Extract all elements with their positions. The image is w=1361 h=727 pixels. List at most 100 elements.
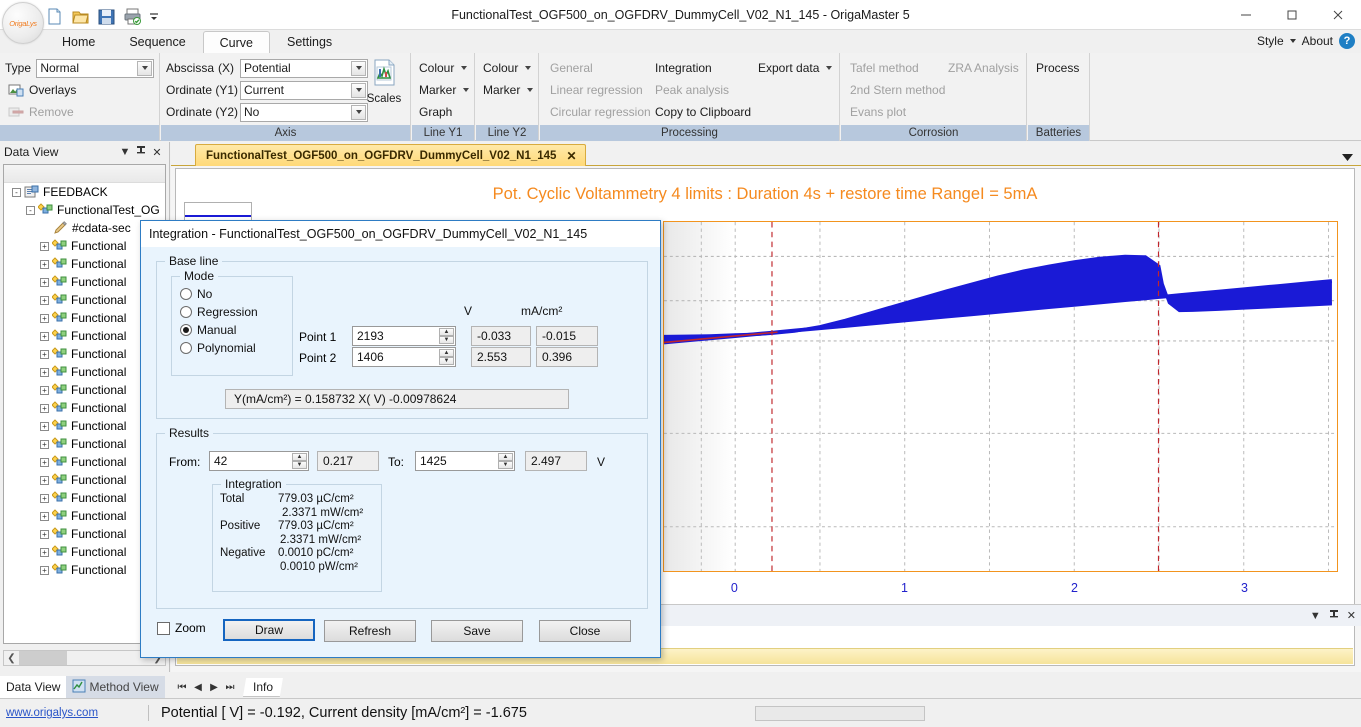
app-orb-button[interactable]: OrigaLys [2, 2, 44, 44]
tab-data-view[interactable]: Data View [0, 676, 66, 698]
ribbon-tab-curve[interactable]: Curve [203, 31, 270, 53]
tree-expand-icon[interactable]: + [40, 332, 49, 341]
results-to-spinner[interactable]: 1425 ▲▼ [415, 451, 515, 471]
tree-collapse-icon[interactable]: - [12, 188, 21, 197]
mode-option-polynomial[interactable]: Polynomial [180, 339, 292, 357]
plot-area[interactable] [663, 221, 1338, 572]
radio-manual-icon[interactable] [180, 324, 192, 336]
type-combo-chevron-down-icon[interactable] [137, 61, 152, 76]
new-document-icon[interactable] [45, 7, 64, 26]
mode-option-regression[interactable]: Regression [180, 303, 292, 321]
line-y2-marker[interactable]: Marker [480, 79, 534, 101]
scroll-left-icon[interactable]: ❮ [4, 653, 19, 664]
radio-no-icon[interactable] [180, 288, 192, 300]
line-y1-marker[interactable]: Marker [416, 79, 470, 101]
results-to-spin-buttons[interactable]: ▲▼ [498, 453, 513, 469]
tree-expand-icon[interactable]: + [40, 296, 49, 305]
results-from-spin-buttons[interactable]: ▲▼ [292, 453, 307, 469]
chart-panel-close-icon[interactable]: ✕ [1347, 609, 1356, 622]
document-tabstrip-chevron-down-icon[interactable] [1342, 150, 1353, 164]
tree-expand-icon[interactable]: + [40, 548, 49, 557]
maximize-button[interactable] [1269, 0, 1315, 30]
close-button[interactable] [1315, 0, 1361, 30]
export-data-chevron-down-icon[interactable] [826, 66, 832, 70]
tree-expand-icon[interactable]: + [40, 494, 49, 503]
save-button[interactable]: Save [431, 620, 523, 642]
scales-button[interactable]: Scales [360, 58, 408, 105]
ribbon-tab-home[interactable]: Home [45, 30, 112, 53]
tree-item[interactable]: -FEEDBACK [4, 183, 165, 201]
nav-prev-icon[interactable]: ◀ [191, 682, 205, 693]
print-icon[interactable] [123, 7, 142, 26]
tree-expand-icon[interactable]: + [40, 422, 49, 431]
batteries-process[interactable]: Process [1033, 57, 1084, 79]
point-2-spin-buttons[interactable]: ▲▼ [439, 349, 454, 365]
mode-option-manual[interactable]: Manual [180, 321, 292, 339]
processing-copy-to-clipboard[interactable]: Copy to Clipboard [652, 101, 782, 123]
tree-expand-icon[interactable]: + [40, 350, 49, 359]
draw-button[interactable]: Draw [223, 619, 315, 641]
data-view-pin-icon[interactable] [133, 145, 149, 159]
line-y2-colour-chevron-down-icon[interactable] [525, 66, 531, 70]
radio-regression-icon[interactable] [180, 306, 192, 318]
line-y1-colour-chevron-down-icon[interactable] [461, 66, 467, 70]
save-disk-icon[interactable] [97, 7, 116, 26]
corrosion-tafel-method[interactable]: Tafel method [847, 57, 957, 79]
corrosion-evans-plot[interactable]: Evans plot [847, 101, 957, 123]
style-menu[interactable]: Style [1257, 34, 1284, 48]
line-y2-colour[interactable]: Colour [480, 57, 534, 79]
point-1-spin-buttons[interactable]: ▲▼ [439, 328, 454, 344]
zoom-checkbox-row[interactable]: Zoom [157, 621, 206, 635]
results-from-spinner[interactable]: 42 ▲▼ [209, 451, 309, 471]
line-y1-marker-chevron-down-icon[interactable] [463, 88, 469, 92]
tree-expand-icon[interactable]: + [40, 404, 49, 413]
processing-export-data[interactable]: Export data [755, 57, 840, 79]
ordinate-y1-combo[interactable]: Current [240, 81, 368, 100]
style-chevron-down-icon[interactable] [1290, 39, 1296, 43]
radio-polynomial-icon[interactable] [180, 342, 192, 354]
ordinate-y2-combo[interactable]: No [240, 103, 368, 122]
remove-button[interactable]: Remove [5, 101, 154, 123]
tree-expand-icon[interactable]: + [40, 314, 49, 323]
minimize-button[interactable] [1223, 0, 1269, 30]
chart-panel-pin-icon[interactable] [1329, 609, 1339, 623]
tree-expand-icon[interactable]: + [40, 386, 49, 395]
help-icon[interactable]: ? [1339, 33, 1355, 49]
open-folder-icon[interactable] [71, 7, 90, 26]
tree-expand-icon[interactable]: + [40, 512, 49, 521]
tree-expand-icon[interactable]: + [40, 530, 49, 539]
line-y2-marker-chevron-down-icon[interactable] [527, 88, 533, 92]
corrosion-zra-analysis[interactable]: ZRA Analysis [945, 57, 1035, 79]
ribbon-tab-sequence[interactable]: Sequence [112, 30, 202, 53]
refresh-button[interactable]: Refresh [324, 620, 416, 642]
tree-expand-icon[interactable]: + [40, 566, 49, 575]
customize-qat-icon[interactable] [149, 7, 159, 26]
about-menu[interactable]: About [1302, 34, 1333, 48]
zoom-checkbox[interactable] [157, 622, 170, 635]
tree-expand-icon[interactable]: + [40, 242, 49, 251]
line-y1-colour[interactable]: Colour [416, 57, 470, 79]
scroll-track[interactable] [19, 651, 150, 665]
nav-last-icon[interactable]: ⏭ [223, 682, 237, 693]
overlays-button[interactable]: Overlays [5, 79, 154, 101]
ribbon-tab-settings[interactable]: Settings [270, 30, 349, 53]
tree-collapse-icon[interactable]: - [26, 206, 35, 215]
data-view-chevron-down-icon[interactable]: ▼ [117, 146, 133, 158]
nav-next-icon[interactable]: ▶ [207, 682, 221, 693]
document-tab[interactable]: FunctionalTest_OGF500_on_OGFDRV_DummyCel… [195, 144, 586, 166]
point-1-index-spinner[interactable]: 2193 ▲▼ [352, 326, 456, 346]
scroll-thumb[interactable] [19, 651, 67, 665]
corrosion-2nd-stern-method[interactable]: 2nd Stern method [847, 79, 957, 101]
chart-panel-chevron-down-icon[interactable]: ▼ [1310, 610, 1321, 622]
abscissa-combo[interactable]: Potential [240, 59, 368, 78]
nav-first-icon[interactable]: ⏮ [175, 682, 189, 693]
tree-item[interactable]: -FunctionalTest_OG [4, 201, 165, 219]
tree-expand-icon[interactable]: + [40, 458, 49, 467]
data-view-close-icon[interactable]: ✕ [149, 146, 165, 159]
tree-expand-icon[interactable]: + [40, 278, 49, 287]
origalys-website-link[interactable]: www.origalys.com [0, 707, 148, 719]
processing-peak-analysis[interactable]: Peak analysis [652, 79, 782, 101]
type-combo[interactable]: Normal [36, 59, 154, 78]
document-tab-close-icon[interactable]: ✕ [566, 149, 576, 163]
tree-expand-icon[interactable]: + [40, 476, 49, 485]
